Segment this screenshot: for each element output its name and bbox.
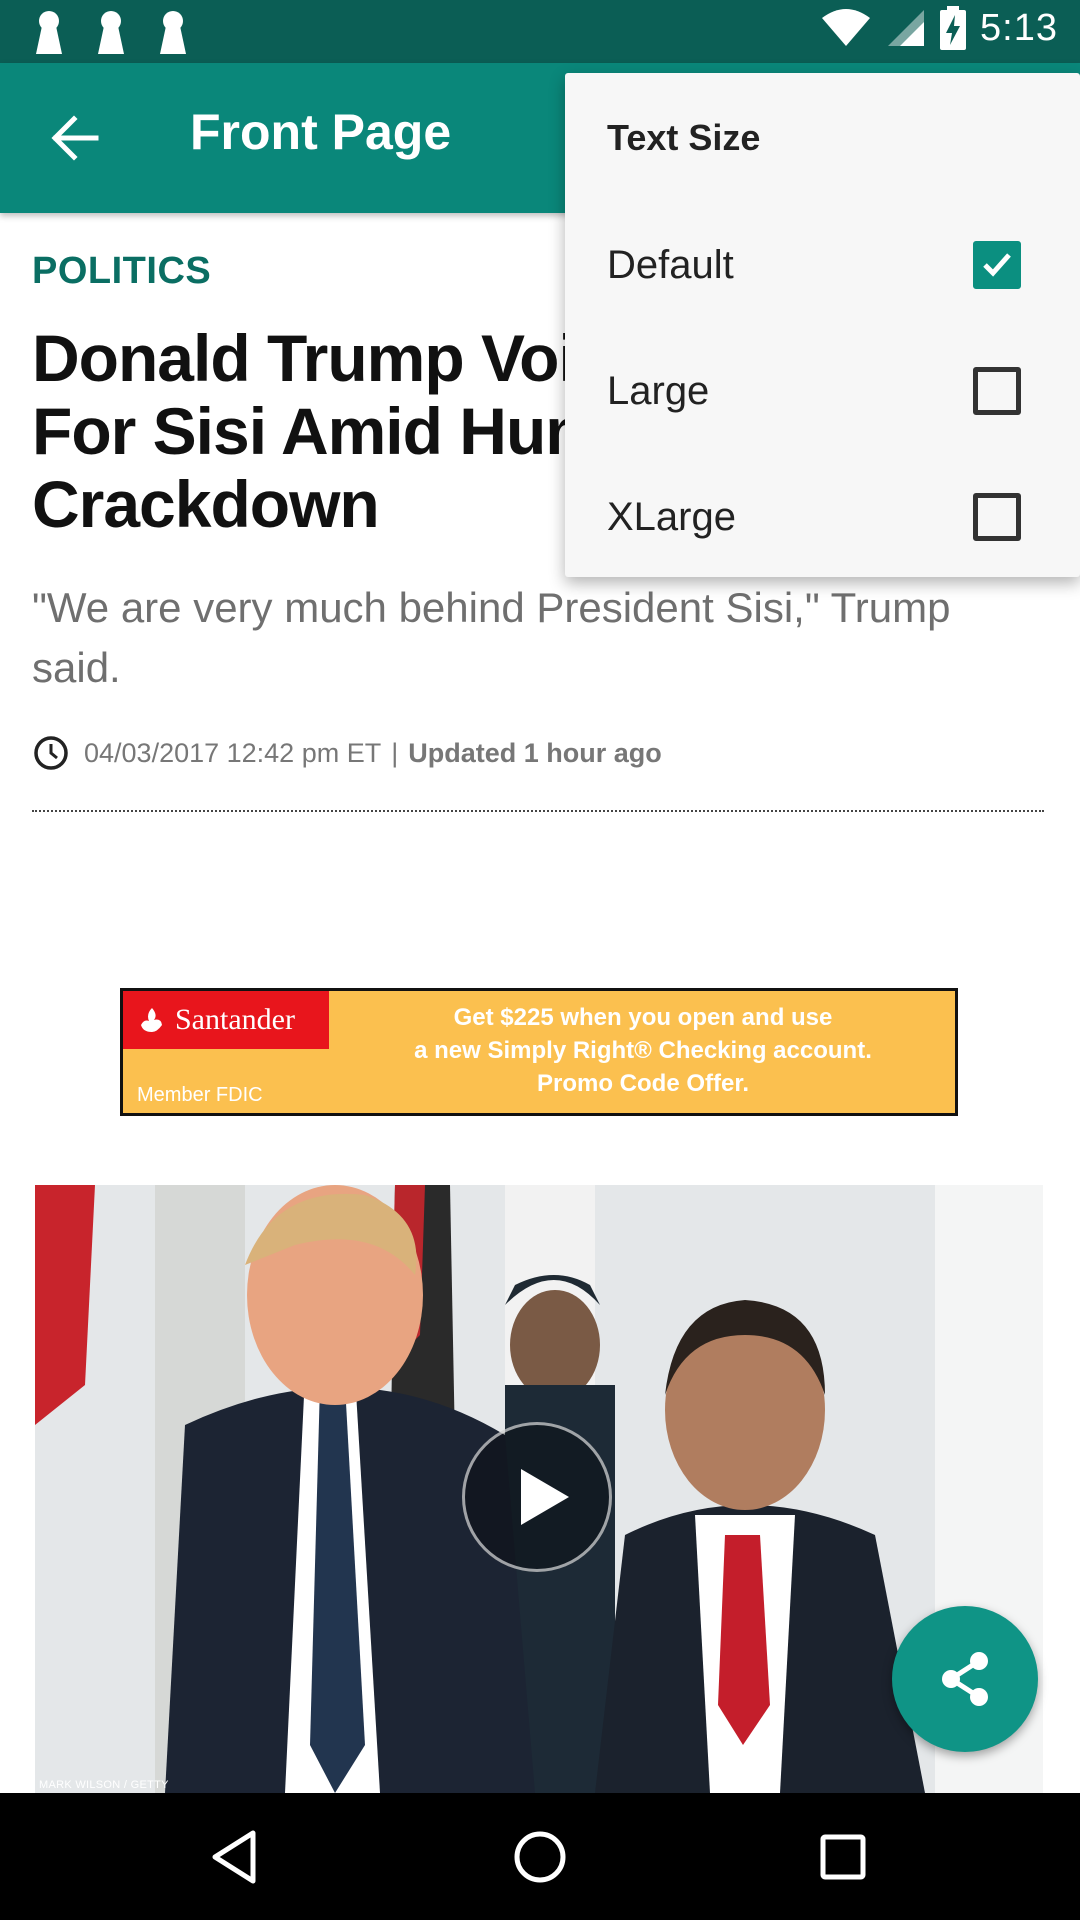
notification-icons	[32, 10, 190, 54]
ad-copy: Get $225 when you open and use a new Sim…	[363, 1001, 923, 1100]
share-button[interactable]	[892, 1606, 1038, 1752]
menu-item-xlarge[interactable]: XLarge	[565, 455, 1080, 575]
flame-icon	[141, 1008, 162, 1032]
meta-separator: |	[391, 737, 399, 768]
menu-item-label: Large	[607, 369, 710, 413]
clock-icon	[34, 736, 68, 770]
publish-date: 04/03/2017 12:42 pm ET	[84, 737, 382, 768]
ad-line-3: Promo Code Offer.	[536, 1070, 750, 1097]
menu-title: Text Size	[607, 117, 761, 158]
play-icon	[521, 1469, 569, 1525]
xlarge-checkbox[interactable]	[973, 493, 1021, 541]
default-checkbox[interactable]	[973, 241, 1021, 289]
santander-ad-banner[interactable]: Santander Member FDIC Get $225 when you …	[120, 988, 958, 1116]
page-title: Front Page	[190, 104, 452, 160]
ad-line-1: Get $225 when you open and use	[453, 1004, 833, 1031]
keyhole-icon	[98, 11, 124, 54]
article-category[interactable]: POLITICS	[32, 250, 211, 293]
recents-square-icon[interactable]	[811, 1825, 875, 1889]
clock-time: 5:13	[980, 6, 1058, 49]
menu-item-label: Default	[607, 243, 734, 287]
ad-brand-name: Santander	[175, 1003, 295, 1036]
status-bar: 5:13	[0, 0, 1080, 63]
system-navigation-bar	[0, 1793, 1080, 1920]
back-triangle-icon[interactable]	[203, 1825, 267, 1889]
menu-item-label: XLarge	[607, 495, 736, 539]
wifi-icon	[822, 9, 871, 46]
system-status: 5:13	[820, 6, 1058, 50]
divider	[32, 810, 1044, 812]
play-video-button[interactable]	[462, 1422, 612, 1572]
photo-credit: MARK WILSON / GETTY	[39, 1779, 169, 1791]
ad-member-fdic: Member FDIC	[137, 1084, 263, 1106]
home-circle-icon[interactable]	[508, 1825, 572, 1889]
article-subheadline: "We are very much behind President Sisi,…	[32, 584, 951, 691]
keyhole-icon	[160, 11, 186, 54]
article-timestamp: 04/03/2017 12:42 pm ET | Updated 1 hour …	[32, 734, 662, 772]
updated-time: Updated 1 hour ago	[408, 737, 662, 768]
keyhole-icon	[36, 11, 62, 54]
ad-line-2: a new Simply Right® Checking account.	[414, 1037, 872, 1064]
text-size-menu: Text Size Default Large XLarge	[565, 73, 1080, 577]
menu-item-large[interactable]: Large	[565, 329, 1080, 449]
large-checkbox[interactable]	[973, 367, 1021, 415]
menu-item-default[interactable]: Default	[565, 203, 1080, 323]
share-icon	[942, 1652, 988, 1706]
cell-signal-icon	[888, 10, 925, 46]
ad-brand-logo: Santander	[123, 991, 329, 1049]
arrow-left-icon[interactable]	[42, 105, 108, 171]
battery-charging-icon	[940, 6, 967, 50]
checkmark-icon	[983, 253, 1011, 277]
